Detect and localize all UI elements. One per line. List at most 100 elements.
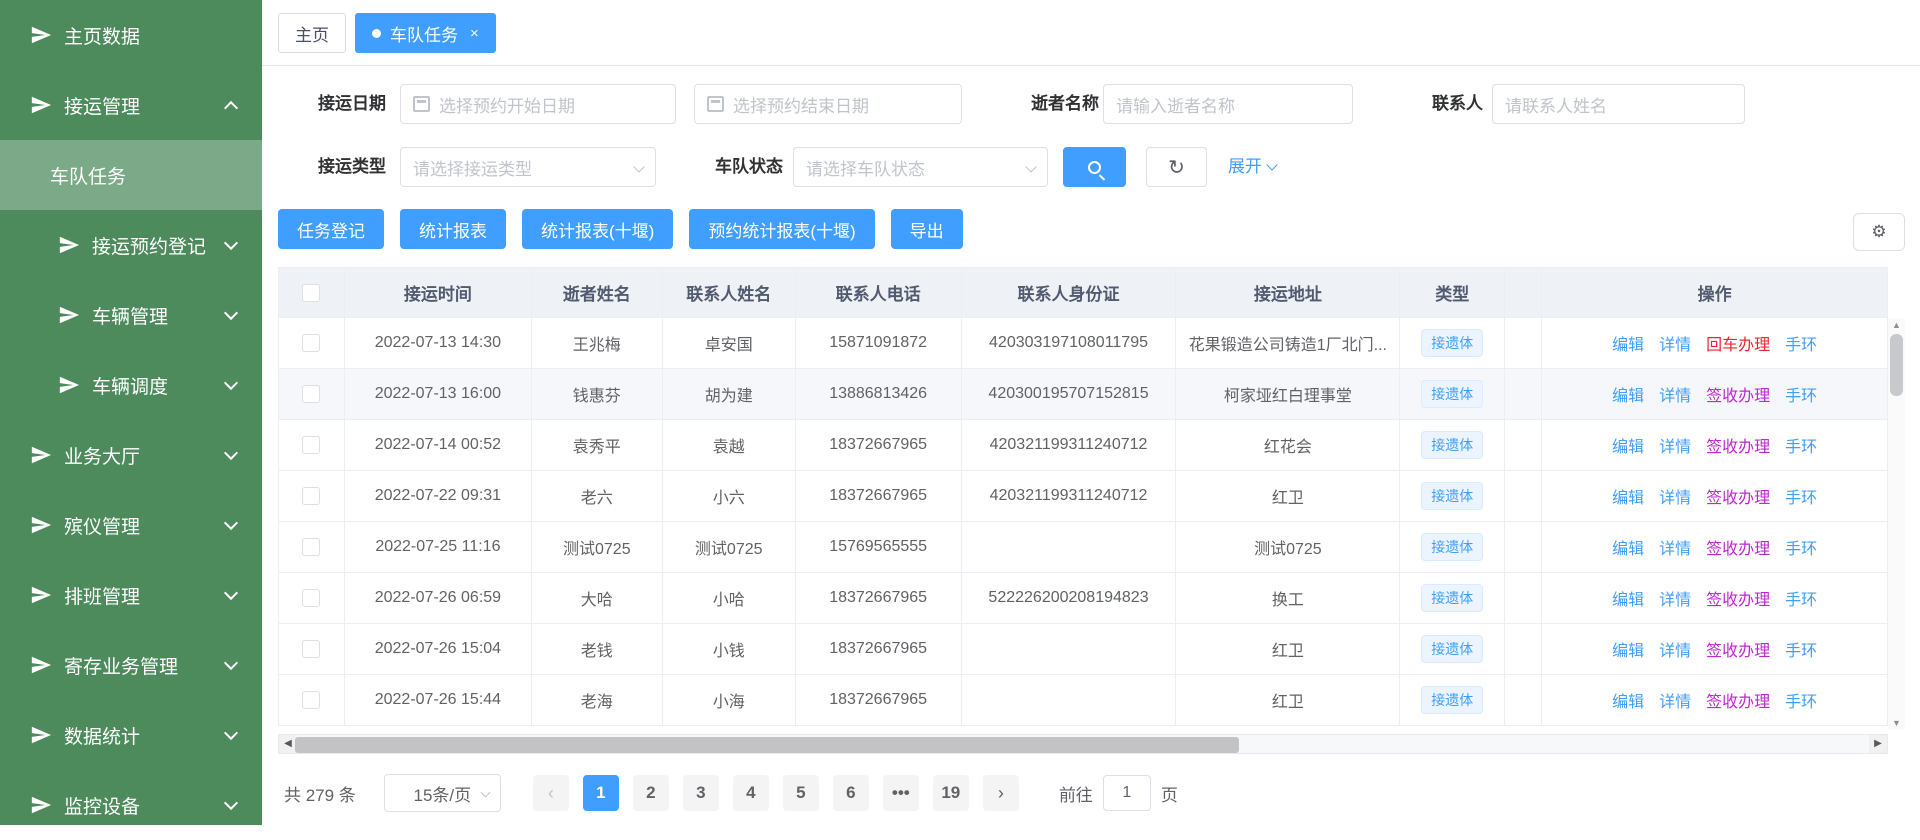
expand-toggle[interactable]: 展开 bbox=[1228, 147, 1276, 187]
action-link-签收办理[interactable]: 签收办理 bbox=[1706, 586, 1770, 610]
action-link-手环[interactable]: 手环 bbox=[1785, 382, 1817, 406]
vertical-scroll-thumb[interactable] bbox=[1890, 334, 1903, 396]
page-button-2[interactable]: 2 bbox=[633, 775, 669, 811]
search-button[interactable] bbox=[1063, 147, 1126, 187]
row-checkbox[interactable] bbox=[302, 334, 320, 352]
action-link-手环[interactable]: 手环 bbox=[1785, 535, 1817, 559]
sidebar-item-4[interactable]: 车辆管理 bbox=[0, 280, 262, 350]
action-link-详情[interactable]: 详情 bbox=[1659, 688, 1691, 712]
action-link-详情[interactable]: 详情 bbox=[1659, 586, 1691, 610]
cell-contact-id bbox=[962, 624, 1177, 674]
toolbar-button-4[interactable]: 导出 bbox=[891, 209, 963, 249]
row-checkbox[interactable] bbox=[302, 589, 320, 607]
page-size-select[interactable]: 15条/页 bbox=[384, 774, 501, 812]
date-end-input[interactable]: 选择预约结束日期 bbox=[694, 84, 962, 124]
sidebar-item-10[interactable]: 数据统计 bbox=[0, 700, 262, 770]
page-button-1[interactable]: 1 bbox=[583, 775, 619, 811]
page-ellipsis[interactable]: ••• bbox=[883, 775, 919, 811]
date-start-input[interactable]: 选择预约开始日期 bbox=[400, 84, 676, 124]
page-button-4[interactable]: 4 bbox=[733, 775, 769, 811]
row-checkbox[interactable] bbox=[302, 385, 320, 403]
select-all-checkbox[interactable] bbox=[302, 284, 320, 302]
row-checkbox[interactable] bbox=[302, 691, 320, 709]
row-checkbox[interactable] bbox=[302, 487, 320, 505]
column-settings-button[interactable]: ⚙ bbox=[1853, 213, 1905, 251]
sidebar-item-6[interactable]: 业务大厅 bbox=[0, 420, 262, 490]
action-link-详情[interactable]: 详情 bbox=[1659, 433, 1691, 457]
tab-1[interactable]: 车队任务× bbox=[355, 13, 496, 53]
vertical-scrollbar[interactable]: ▲ ▼ bbox=[1888, 318, 1905, 730]
sidebar-item-0[interactable]: 主页数据 bbox=[0, 0, 262, 70]
action-link-详情[interactable]: 详情 bbox=[1659, 331, 1691, 355]
action-link-编辑[interactable]: 编辑 bbox=[1612, 484, 1644, 508]
sidebar-item-7[interactable]: 殡仪管理 bbox=[0, 490, 262, 560]
cell-contact-phone: 18372667965 bbox=[796, 471, 962, 521]
action-link-编辑[interactable]: 编辑 bbox=[1612, 382, 1644, 406]
action-link-编辑[interactable]: 编辑 bbox=[1612, 331, 1644, 355]
action-link-回车办理[interactable]: 回车办理 bbox=[1706, 331, 1770, 355]
sidebar-item-9[interactable]: 寄存业务管理 bbox=[0, 630, 262, 700]
action-link-签收办理[interactable]: 签收办理 bbox=[1706, 382, 1770, 406]
toolbar-button-3[interactable]: 预约统计报表(十堰) bbox=[689, 209, 874, 249]
action-link-编辑[interactable]: 编辑 bbox=[1612, 637, 1644, 661]
page-button-3[interactable]: 3 bbox=[683, 775, 719, 811]
sidebar-item-8[interactable]: 排班管理 bbox=[0, 560, 262, 630]
action-link-手环[interactable]: 手环 bbox=[1785, 484, 1817, 508]
action-link-手环[interactable]: 手环 bbox=[1785, 586, 1817, 610]
chevron-down-icon bbox=[1025, 161, 1036, 172]
sidebar-item-5[interactable]: 车辆调度 bbox=[0, 350, 262, 420]
action-link-编辑[interactable]: 编辑 bbox=[1612, 535, 1644, 559]
action-link-详情[interactable]: 详情 bbox=[1659, 535, 1691, 559]
row-checkbox[interactable] bbox=[302, 640, 320, 658]
action-link-编辑[interactable]: 编辑 bbox=[1612, 586, 1644, 610]
toolbar-button-1[interactable]: 统计报表 bbox=[400, 209, 506, 249]
contact-input[interactable]: 请联系人姓名 bbox=[1492, 84, 1745, 124]
horizontal-scroll-thumb[interactable] bbox=[295, 737, 1239, 753]
cell-contact-name: 小钱 bbox=[663, 624, 796, 674]
next-page-button[interactable]: › bbox=[983, 775, 1019, 811]
action-link-编辑[interactable]: 编辑 bbox=[1612, 688, 1644, 712]
action-link-手环[interactable]: 手环 bbox=[1785, 637, 1817, 661]
pickup-type-select[interactable]: 请选择接运类型 bbox=[400, 147, 656, 187]
horizontal-scrollbar[interactable]: ◀ ▶ bbox=[278, 734, 1888, 754]
cell-time: 2022-07-13 14:30 bbox=[345, 318, 532, 368]
prev-page-button[interactable]: ‹ bbox=[533, 775, 569, 811]
sidebar-item-1[interactable]: 接运管理 bbox=[0, 70, 262, 140]
date-start-placeholder: 选择预约开始日期 bbox=[439, 92, 575, 117]
cell-address: 花果锻造公司铸造1厂北门... bbox=[1176, 318, 1400, 368]
goto-page-input[interactable] bbox=[1103, 775, 1151, 811]
close-icon[interactable]: × bbox=[470, 26, 479, 41]
fleet-status-select[interactable]: 请选择车队状态 bbox=[793, 147, 1048, 187]
row-checkbox[interactable] bbox=[302, 436, 320, 454]
action-link-手环[interactable]: 手环 bbox=[1785, 433, 1817, 457]
scroll-down-icon[interactable]: ▼ bbox=[1888, 716, 1905, 730]
action-link-签收办理[interactable]: 签收办理 bbox=[1706, 484, 1770, 508]
page-button-19[interactable]: 19 bbox=[933, 775, 969, 811]
action-link-详情[interactable]: 详情 bbox=[1659, 637, 1691, 661]
scroll-right-icon[interactable]: ▶ bbox=[1869, 735, 1887, 753]
sidebar-item-3[interactable]: 接运预约登记 bbox=[0, 210, 262, 280]
action-link-签收办理[interactable]: 签收办理 bbox=[1706, 535, 1770, 559]
sidebar-item-11[interactable]: 监控设备 bbox=[0, 770, 262, 840]
scroll-up-icon[interactable]: ▲ bbox=[1888, 318, 1905, 332]
deceased-name-input[interactable]: 请输入逝者名称 bbox=[1103, 84, 1353, 124]
action-link-签收办理[interactable]: 签收办理 bbox=[1706, 637, 1770, 661]
action-link-签收办理[interactable]: 签收办理 bbox=[1706, 433, 1770, 457]
action-link-手环[interactable]: 手环 bbox=[1785, 688, 1817, 712]
toolbar-button-0[interactable]: 任务登记 bbox=[278, 209, 384, 249]
refresh-button[interactable]: ↻ bbox=[1146, 147, 1207, 187]
row-checkbox[interactable] bbox=[302, 538, 320, 556]
calendar-icon bbox=[413, 96, 430, 112]
action-link-编辑[interactable]: 编辑 bbox=[1612, 433, 1644, 457]
cell-type: 接遗体 bbox=[1400, 471, 1505, 521]
toolbar-button-2[interactable]: 统计报表(十堰) bbox=[522, 209, 673, 249]
cell-deceased-name: 测试0725 bbox=[532, 522, 663, 572]
page-button-5[interactable]: 5 bbox=[783, 775, 819, 811]
tab-0[interactable]: 主页 bbox=[278, 13, 346, 53]
action-link-详情[interactable]: 详情 bbox=[1659, 484, 1691, 508]
action-link-签收办理[interactable]: 签收办理 bbox=[1706, 688, 1770, 712]
action-link-详情[interactable]: 详情 bbox=[1659, 382, 1691, 406]
action-link-手环[interactable]: 手环 bbox=[1785, 331, 1817, 355]
sidebar-item-2[interactable]: 车队任务 bbox=[0, 140, 262, 210]
page-button-6[interactable]: 6 bbox=[833, 775, 869, 811]
